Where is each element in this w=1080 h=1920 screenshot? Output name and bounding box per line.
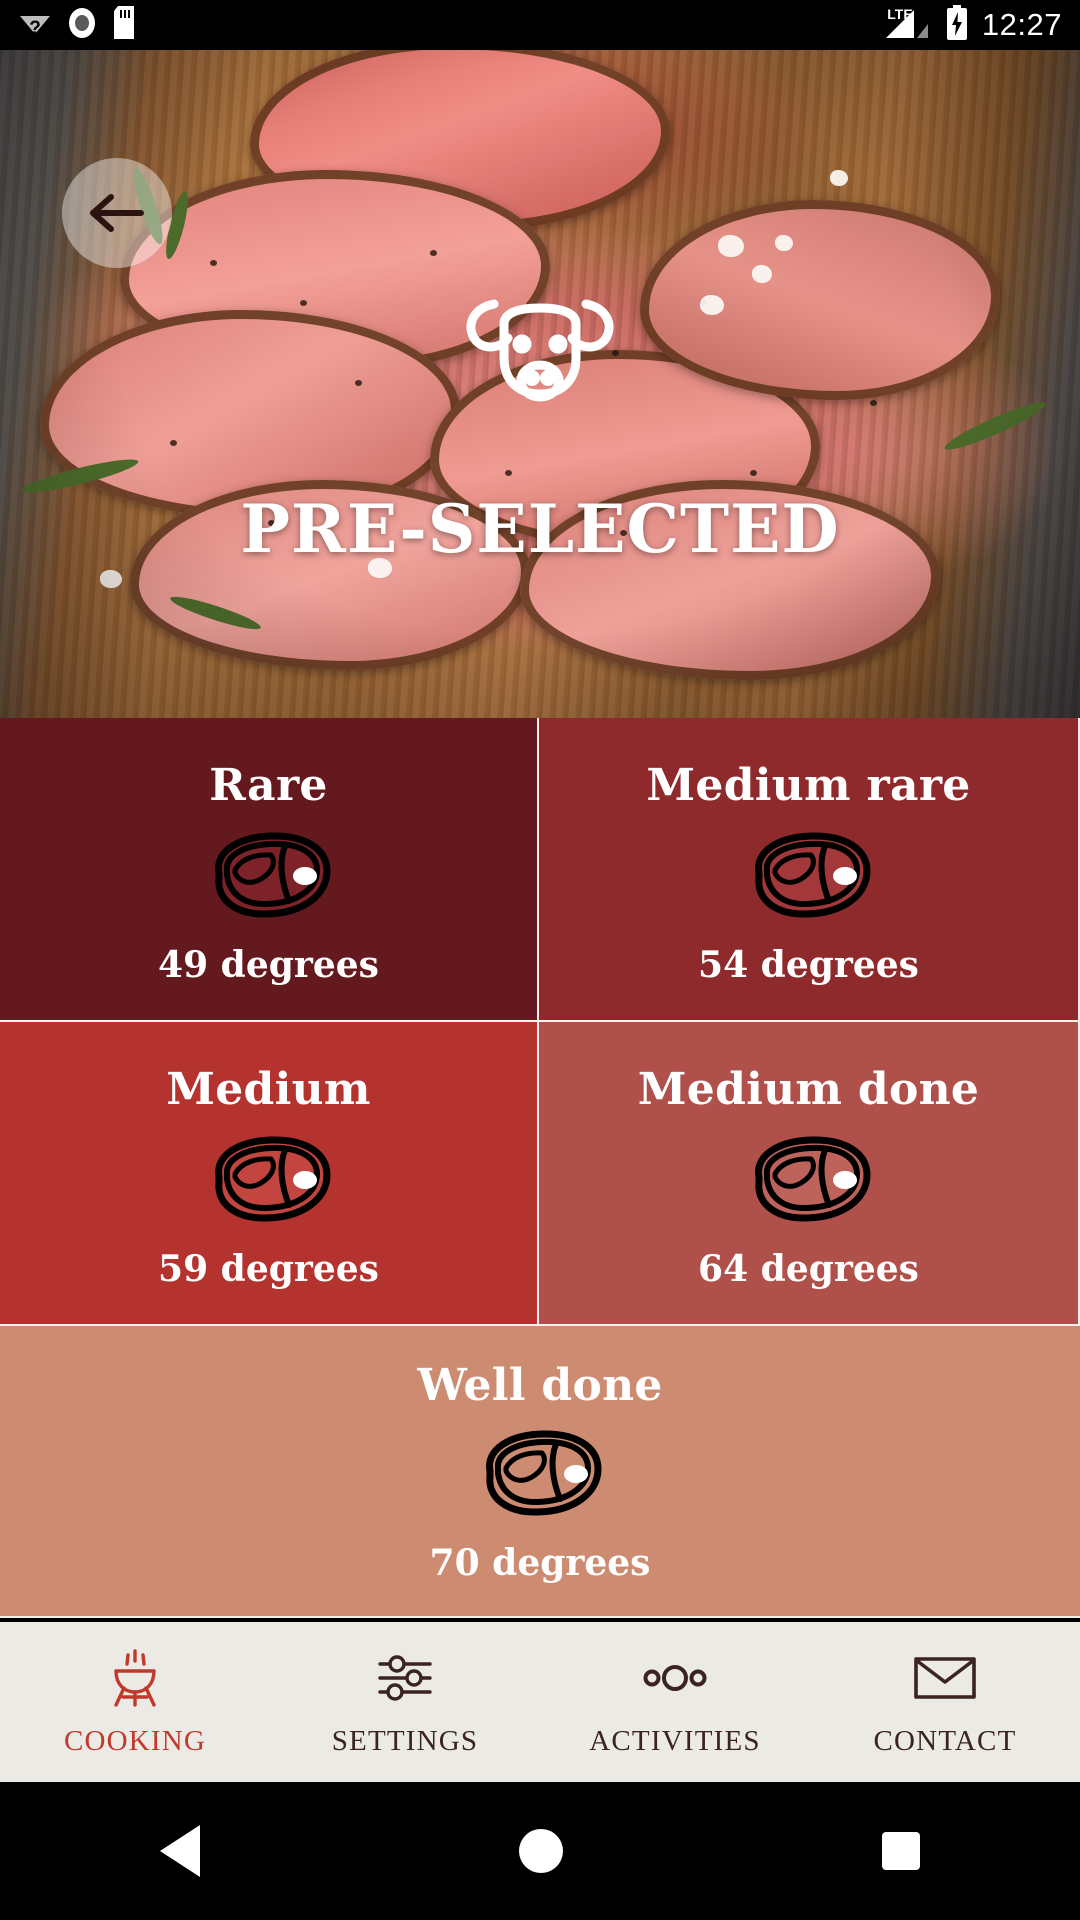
back-button[interactable] — [62, 158, 172, 268]
circle-home-icon[interactable] — [518, 1829, 563, 1873]
tile-temperature: 59 degrees — [158, 1248, 379, 1290]
doneness-tile-medium[interactable]: Medium 59 degrees — [0, 1022, 539, 1326]
steak-icon — [201, 1133, 337, 1230]
record-circle-icon — [66, 7, 98, 44]
tile-label: Medium rare — [646, 760, 971, 811]
tile-temperature: 49 degrees — [158, 944, 379, 986]
status-bar-clock: 12:27 — [981, 7, 1062, 42]
nav-label: SETTINGS — [331, 1724, 479, 1757]
sd-card-icon — [112, 6, 138, 44]
signal-bars-icon: LTE — [884, 6, 938, 45]
tile-label: Medium — [166, 1064, 371, 1115]
hero-image: PRE-SELECTED — [0, 50, 1080, 718]
bottom-navigation-bar: COOKING SETTINGS ACTIVITIES CONTACT — [0, 1622, 1080, 1782]
steak-icon — [741, 829, 877, 926]
doneness-tile-well-done[interactable]: Well done 70 degrees — [0, 1326, 1080, 1616]
nav-label: COOKING — [63, 1724, 207, 1757]
tile-temperature: 54 degrees — [698, 944, 919, 986]
doneness-grid: Rare 49 degrees Medium rare 54 degrees M… — [0, 718, 1080, 1618]
square-recents-icon[interactable] — [882, 1832, 921, 1870]
back-arrow-icon — [89, 193, 145, 233]
nav-item-contact[interactable]: CONTACT — [810, 1622, 1080, 1782]
bull-head-icon — [460, 286, 620, 426]
status-bar-left-icons: ? — [18, 6, 138, 44]
nav-item-settings[interactable]: SETTINGS — [270, 1622, 540, 1782]
nav-item-cooking[interactable]: COOKING — [0, 1622, 270, 1782]
tile-temperature: 64 degrees — [698, 1248, 919, 1290]
doneness-tile-medium-done[interactable]: Medium done 64 degrees — [539, 1022, 1078, 1326]
battery-charging-icon — [946, 4, 968, 46]
nav-label: CONTACT — [873, 1724, 1017, 1757]
tile-label: Well done — [417, 1360, 663, 1411]
android-navigation-bar — [0, 1782, 1080, 1920]
tile-label: Medium done — [637, 1064, 980, 1115]
page-title: PRE-SELECTED — [240, 490, 840, 568]
tile-temperature: 70 degrees — [429, 1542, 651, 1584]
triangle-back-icon[interactable] — [159, 1825, 200, 1877]
doneness-tile-medium-rare[interactable]: Medium rare 54 degrees — [539, 718, 1078, 1022]
nav-item-activities[interactable]: ACTIVITIES — [540, 1622, 810, 1782]
status-bar: ? LTE 12:27 — [0, 0, 1080, 50]
envelope-icon — [912, 1647, 978, 1709]
nav-label: ACTIVITIES — [589, 1724, 761, 1757]
sliders-icon — [374, 1647, 436, 1709]
three-circles-icon — [640, 1647, 710, 1709]
svg-text:?: ? — [29, 18, 41, 38]
status-bar-right-icons: LTE 12:27 — [884, 4, 1062, 46]
steak-icon — [201, 829, 337, 926]
phone-screen: ? LTE 12:27 PRE-SELECTED Rare 49 degrees… — [0, 0, 1080, 1920]
grill-icon — [104, 1647, 166, 1709]
doneness-tile-rare[interactable]: Rare 49 degrees — [0, 718, 539, 1022]
wifi-unknown-icon: ? — [18, 8, 52, 43]
tile-label: Rare — [209, 760, 328, 811]
steak-icon — [741, 1133, 877, 1230]
steak-icon — [472, 1427, 608, 1524]
